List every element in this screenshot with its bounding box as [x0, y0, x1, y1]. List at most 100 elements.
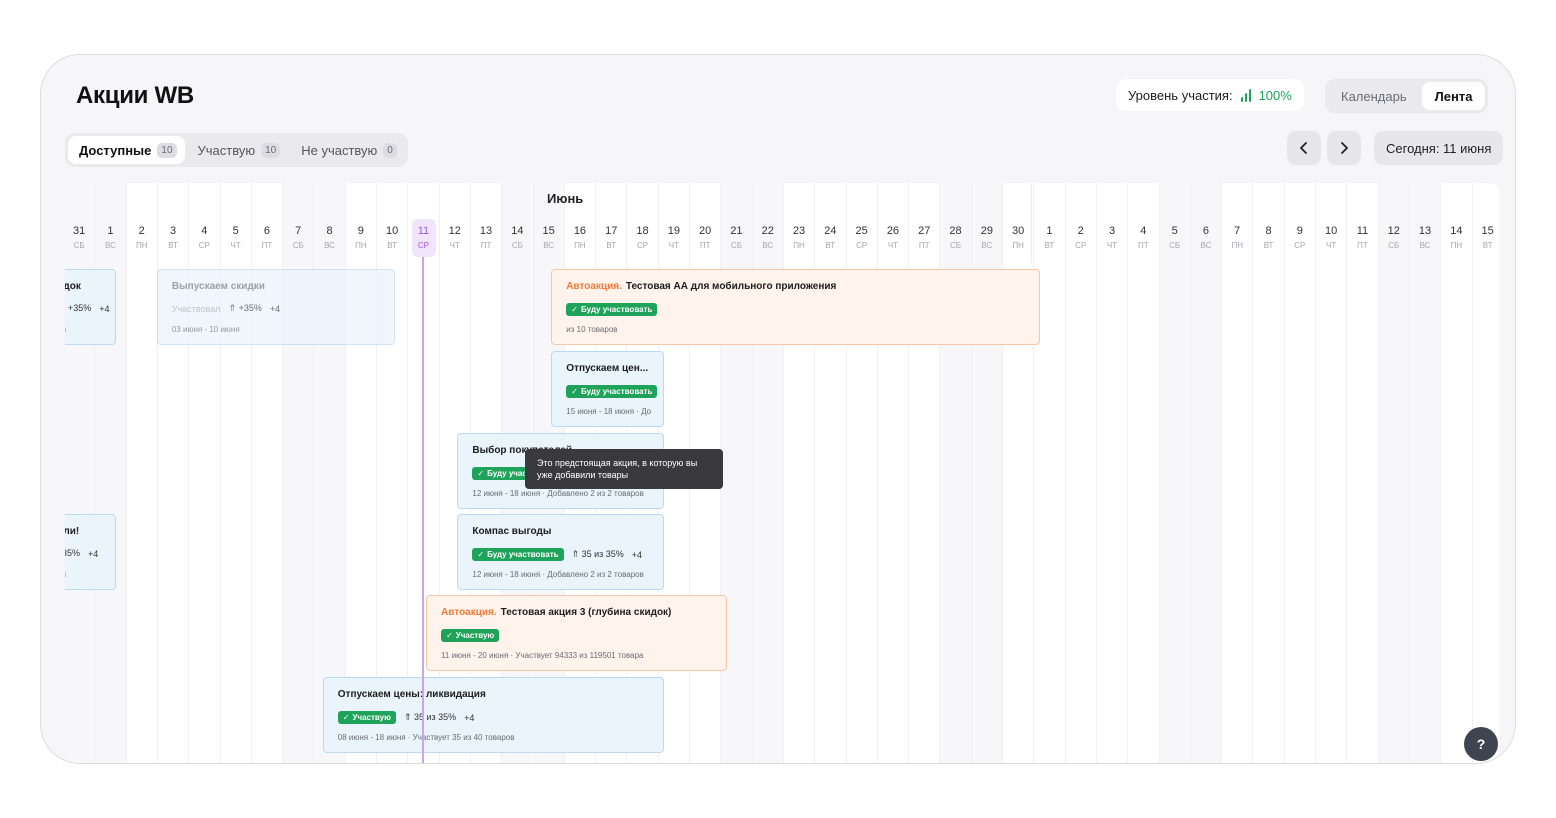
promo-info-row: ✓ Буду участвовать — [566, 303, 658, 316]
day-number: 25 — [855, 225, 868, 237]
auto-promo-label: Автоакция. — [441, 607, 497, 618]
promo-name: Компас выгоды — [472, 526, 552, 537]
promo-card[interactable]: Компас выгоды ✓ Буду участвовать ⇑ 35 из 35… — [457, 514, 664, 590]
day-number: 2 — [138, 225, 145, 237]
day-column: 5 СБ — [1158, 183, 1190, 763]
day-number: 10 — [1325, 225, 1338, 237]
participation-level: Уровень участия: 100% — [1116, 79, 1304, 111]
promo-title: Отпускаем цен... — [566, 363, 648, 374]
day-number: 7 — [1234, 225, 1241, 237]
day-column: 3 ЧТ — [1095, 183, 1127, 763]
promo-card[interactable]: Автоакция. Тестовая акция 3 (глубина скид… — [426, 595, 727, 671]
filter-participating[interactable]: Участвую 10 — [187, 136, 289, 164]
check-icon: ✓ — [571, 387, 578, 396]
status-text: Буду участвовать — [580, 387, 653, 396]
promo-card[interactable]: Выпускаем скидки Участвовал ⇑ +35% +4 03 июн… — [156, 269, 395, 345]
day-number: 8 — [326, 225, 333, 237]
day-of-week: ПТ — [261, 241, 273, 250]
promo-dates: 12 июня - 18 июня · Добавлено 2 из 2 тов… — [472, 570, 644, 579]
day-of-week: ЧТ — [1106, 241, 1118, 250]
day-of-week: СБ — [1169, 241, 1181, 250]
today-button[interactable]: Сегодня: 11 июня — [1374, 131, 1504, 165]
extra-count: +4 — [631, 549, 643, 560]
chevron-left-icon — [1300, 142, 1307, 154]
day-of-week: ПН — [355, 241, 367, 250]
day-column: 6 ВС — [1189, 183, 1222, 763]
day-number: 12 — [448, 225, 461, 237]
promo-dates: июня — [65, 570, 66, 579]
check-icon: ✓ — [446, 631, 453, 640]
day-number: 24 — [824, 225, 837, 237]
discount-text: +35% — [67, 303, 92, 313]
status-badge: ✓ Участвую — [441, 629, 500, 642]
day-of-week: ПТ — [1357, 241, 1368, 250]
day-number: 11 — [417, 225, 430, 237]
promo-title: Компас выгоды — [472, 526, 551, 537]
promo-card[interactable]: Отпускаем цены: ликвидация ✓ Участвую ⇑ 35 … — [322, 677, 664, 753]
help-button[interactable]: ? — [1464, 727, 1498, 761]
promo-dates: 11 июня - 20 июня · Участвует 94333 из 1… — [441, 651, 644, 660]
tab-feed[interactable]: Лента — [1421, 82, 1486, 110]
promo-info-row: ɪ⇑ +35%+4 — [65, 303, 110, 314]
promo-name: скидок — [65, 281, 81, 292]
check-icon: ✓ — [342, 713, 350, 722]
day-number: 8 — [1265, 225, 1272, 237]
discount-text: +35% — [238, 303, 262, 313]
tab-calendar[interactable]: Календарь — [1328, 82, 1420, 110]
discount-value: ⇑ +35% — [65, 548, 80, 559]
day-number: 9 — [357, 225, 364, 237]
discount-value: ⇑ +35% — [65, 303, 91, 314]
day-number: 5 — [232, 225, 239, 237]
day-of-week: ВС — [105, 241, 116, 250]
day-number: 13 — [479, 225, 493, 237]
promo-card[interactable]: ɘхали! ⇑ +35% +4 июня — [65, 514, 117, 590]
status-text: Буду участвовать — [487, 550, 559, 559]
auto-promo-label: Автоакция. — [566, 281, 622, 292]
day-column: 4 ПТ — [1127, 183, 1158, 763]
promo-title: скидок — [65, 281, 81, 292]
day-column: 11 ПТ — [1346, 183, 1377, 763]
day-column: 12 СБ — [1377, 183, 1409, 763]
day-of-week: ПТ — [918, 241, 930, 250]
day-of-week: СР — [198, 241, 210, 250]
day-number: 4 — [201, 225, 208, 237]
day-number: 28 — [949, 225, 962, 237]
day-column: 9 СР — [1283, 183, 1315, 763]
promo-card[interactable]: скидокɪ⇑ +35%+4июня — [65, 269, 117, 345]
day-of-week: ВТ — [606, 241, 617, 250]
arrow-up-icon: ⇑ — [228, 303, 239, 313]
day-of-week: ПТ — [480, 241, 492, 250]
promo-info-row: ✓ Буду участвовать — [566, 385, 658, 398]
next-button[interactable] — [1327, 131, 1361, 165]
today-line — [422, 257, 425, 763]
promo-card[interactable]: Отпускаем цен... ✓ Буду участвовать 15 июня… — [551, 351, 664, 427]
promo-info-row: ✓Буду участвовать ⇑ 35 из 35% +4 — [472, 548, 642, 561]
check-icon: ✓ — [477, 469, 485, 478]
day-number: 2 — [1077, 225, 1084, 237]
day-of-week: СБ — [511, 241, 523, 250]
day-of-week: СБ — [1388, 241, 1400, 250]
day-of-week: ВС — [1200, 241, 1212, 250]
promo-info-row: ✓ Участвую ⇑ 35 из 35% +4 — [337, 711, 474, 724]
day-number: 23 — [792, 225, 806, 237]
discount-text: +35% — [65, 548, 81, 558]
discount-value: ⇑ 35 из 35% — [404, 712, 456, 723]
day-number: 15 — [542, 225, 555, 237]
status-badge: ✓ Буду участвовать — [566, 385, 658, 398]
prev-button[interactable] — [1287, 131, 1321, 165]
day-number: 11 — [1356, 225, 1369, 237]
day-number: 19 — [667, 225, 680, 237]
day-column: 2 ПН — [125, 183, 157, 763]
status-text: Участвую — [455, 631, 495, 640]
filter-not-participating[interactable]: Не участвую 0 — [290, 136, 405, 164]
promo-card[interactable]: Автоакция. Тестовая АА для мобильного при… — [551, 269, 1040, 345]
day-of-week: СР — [856, 241, 868, 250]
day-of-week: ПН — [1231, 241, 1243, 250]
filter-available[interactable]: Доступные 10 — [68, 136, 185, 164]
extra-count: +4 — [269, 303, 281, 314]
day-number: 26 — [886, 225, 900, 237]
status-filters: Доступные 10 Участвую 10 Не участвую 0 — [65, 133, 408, 167]
status-label: Участвовал — [171, 303, 221, 314]
day-of-week: ВС — [543, 241, 555, 250]
day-of-week: СБ — [730, 241, 742, 250]
